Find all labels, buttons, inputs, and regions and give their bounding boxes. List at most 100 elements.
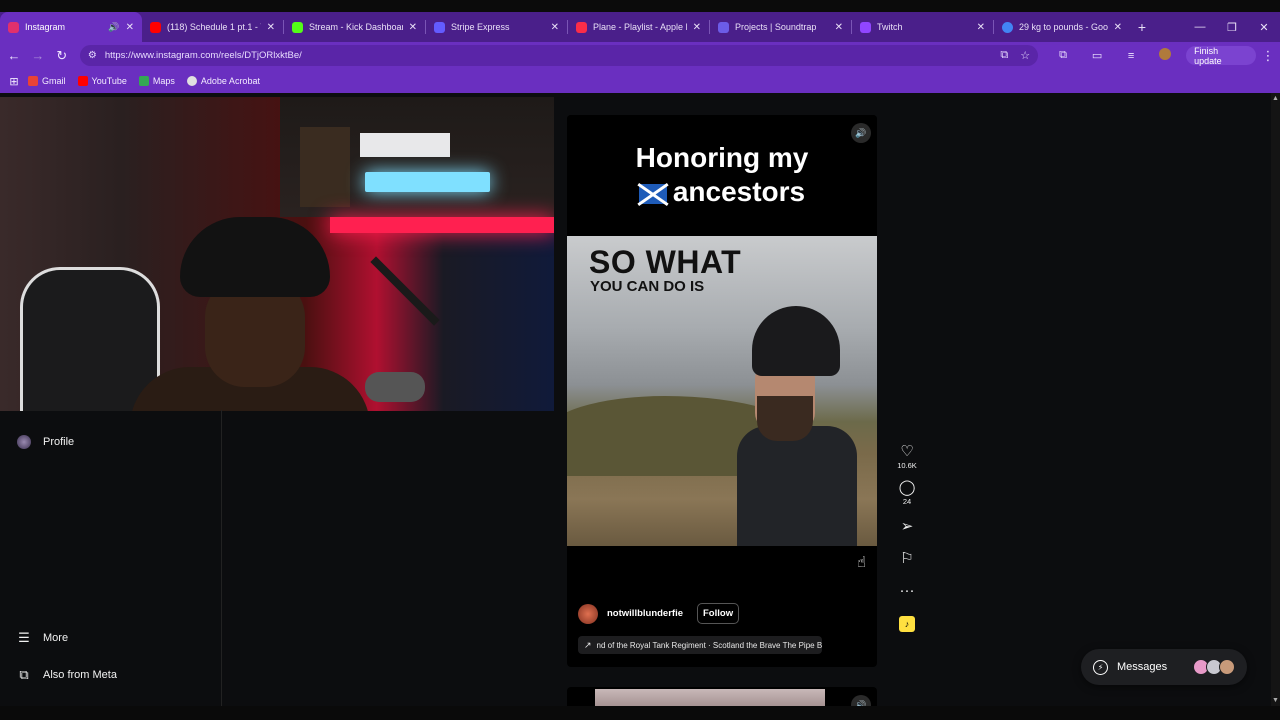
install-app-icon[interactable]: ⧉ <box>1000 49 1008 62</box>
page-scrollbar[interactable]: ▲ ▼ <box>1271 93 1280 720</box>
window-top-strip <box>0 0 1280 12</box>
new-tab-button[interactable]: + <box>1130 19 1154 35</box>
reel-video-frame[interactable]: SO WHAT YOU CAN DO IS <box>567 236 877 546</box>
tab-title: Twitch <box>877 22 903 32</box>
speaker-icon[interactable]: 🔊 <box>108 22 119 33</box>
tab-google[interactable]: 29 kg to pounds - Google Search ✕ <box>994 12 1130 42</box>
address-bar[interactable]: ⚙ https://www.instagram.com/reels/DTjORl… <box>79 45 1039 66</box>
tab-title: (118) Schedule 1 pt.1 - YouTube <box>167 22 261 32</box>
reel-audio-chip[interactable]: ↗ nd of the Royal Tank Regiment · Scotla… <box>578 636 822 654</box>
tab-instagram[interactable]: Instagram 🔊 ✕ <box>0 12 142 42</box>
close-tab-icon[interactable]: ✕ <box>835 22 843 33</box>
caption-line-2-row: ancestors <box>638 175 806 209</box>
bookmark-label: Adobe Acrobat <box>200 76 260 86</box>
save-action[interactable]: ⚐ <box>900 550 913 568</box>
tab-youtube[interactable]: (118) Schedule 1 pt.1 - YouTube ✕ <box>142 12 283 42</box>
reel-author-row: notwillblunderfield Follow <box>578 603 740 624</box>
messages-label: Messages <box>1117 661 1168 673</box>
reel-player[interactable]: Honoring my ancestors SO WHAT YOU CAN DO… <box>567 115 877 667</box>
sidebar-item-more[interactable]: ☰ More <box>16 630 68 646</box>
tab-title: Stripe Express <box>451 22 510 32</box>
tab-apple-music[interactable]: Plane - Playlist - Apple Music ✕ <box>568 12 709 42</box>
heart-icon[interactable]: ♡ <box>900 443 913 461</box>
site-info-icon[interactable]: ⚙ <box>88 50 97 61</box>
tab-kick[interactable]: Stream - Kick Dashboard ✕ <box>284 12 425 42</box>
bookmark-label: Gmail <box>42 76 66 86</box>
audio-title: nd of the Royal Tank Regiment · Scotland… <box>596 640 822 650</box>
profile-icon[interactable] <box>1148 48 1182 63</box>
follow-button[interactable]: Follow <box>697 603 740 624</box>
close-tab-icon[interactable]: ✕ <box>551 22 559 33</box>
bookmark-label: YouTube <box>91 76 127 86</box>
like-action[interactable]: ♡ 10.6K <box>897 443 917 470</box>
more-options-icon[interactable]: ··· <box>900 582 915 600</box>
sidebar-item-also-from-meta[interactable]: ⧉ Also from Meta <box>16 667 117 683</box>
tab-strip: Instagram 🔊 ✕ (118) Schedule 1 pt.1 - Yo… <box>0 12 1280 42</box>
extensions-icon[interactable]: ⧉ <box>1046 49 1080 62</box>
tab-soundtrap[interactable]: Projects | Soundtrap ✕ <box>710 12 851 42</box>
tab-twitch[interactable]: Twitch ✕ <box>852 12 993 42</box>
tab-stripe[interactable]: Stripe Express ✕ <box>426 12 567 42</box>
back-icon[interactable]: ← <box>2 48 26 63</box>
close-window-icon[interactable]: ✕ <box>1248 21 1280 34</box>
tab-title: Stream - Kick Dashboard <box>309 22 403 32</box>
webcam-mic-arm <box>370 256 440 326</box>
reload-icon[interactable]: ↻ <box>50 48 74 64</box>
youtube-favicon-icon <box>150 21 161 33</box>
close-tab-icon[interactable]: ✕ <box>977 22 985 33</box>
send-icon[interactable]: ➢ <box>901 518 914 536</box>
webcam-overlay <box>0 97 554 411</box>
audio-thumbnail[interactable]: ♪ <box>899 616 915 632</box>
close-tab-icon[interactable]: ✕ <box>1114 22 1122 33</box>
bookmark-youtube[interactable]: YouTube <box>77 76 127 86</box>
stripe-favicon-icon <box>434 21 445 33</box>
mute-toggle-icon[interactable]: 🔊 <box>851 123 871 143</box>
restore-icon[interactable]: ❐ <box>1216 21 1248 34</box>
bookmark-adobe-acrobat[interactable]: Adobe Acrobat <box>186 76 260 86</box>
audio-thumbnail-icon[interactable]: ♪ <box>899 616 915 632</box>
browser-menu-icon[interactable]: ⋮ <box>1256 48 1280 64</box>
close-tab-icon[interactable]: ✕ <box>126 22 134 33</box>
close-tab-icon[interactable]: ✕ <box>693 22 701 33</box>
apps-grid-icon[interactable]: ⊞ <box>0 75 28 88</box>
close-tab-icon[interactable]: ✕ <box>409 22 417 33</box>
bookmark-gmail[interactable]: Gmail <box>28 76 66 86</box>
author-username[interactable]: notwillblunderfield <box>607 608 683 619</box>
webcam-microphone <box>365 372 425 402</box>
comment-icon[interactable]: ◯ <box>899 479 916 497</box>
caption-line-2: ancestors <box>672 176 806 207</box>
webcam-light <box>365 172 490 192</box>
soundtrap-favicon-icon <box>718 21 729 33</box>
minimize-icon[interactable]: — <box>1184 21 1216 33</box>
video-text-big: SO WHAT <box>589 244 742 280</box>
instagram-page: Profile ☰ More ⧉ Also from Meta Honoring… <box>0 93 1280 720</box>
scotland-flag-icon <box>638 183 667 204</box>
cast-icon[interactable]: ▭ <box>1080 49 1114 62</box>
more-options-action[interactable]: ··· <box>900 582 915 600</box>
scroll-up-icon[interactable]: ▲ <box>1272 95 1279 102</box>
close-tab-icon[interactable]: ✕ <box>267 22 275 33</box>
video-person <box>737 306 857 546</box>
share-action[interactable]: ➢ <box>901 518 914 536</box>
bookmark-maps[interactable]: Maps <box>138 76 175 86</box>
finish-update-button[interactable]: Finish update <box>1186 46 1257 66</box>
scroll-down-icon[interactable]: ▼ <box>1272 697 1279 704</box>
avatar <box>1219 659 1236 675</box>
webcam-led-strip <box>330 217 554 233</box>
author-avatar[interactable] <box>578 603 598 624</box>
meta-apps-grid-icon: ⧉ <box>19 667 29 682</box>
messages-button[interactable]: ⚡ Messages <box>1081 649 1247 685</box>
google-favicon-icon <box>1002 21 1013 33</box>
url-text[interactable]: https://www.instagram.com/reels/DTjORlxk… <box>105 50 989 61</box>
comment-count: 24 <box>902 497 912 506</box>
twitch-favicon-icon <box>860 21 871 33</box>
media-control-icon[interactable]: ≡ <box>1114 50 1148 62</box>
bookmark-icon[interactable]: ⚐ <box>900 550 913 568</box>
reel-actions: ♡ 10.6K ◯ 24 ➢ ⚐ ··· ♪ <box>895 443 919 632</box>
forward-icon[interactable]: → <box>26 48 50 63</box>
tab-title: 29 kg to pounds - Google Search <box>1019 22 1108 32</box>
apple-music-favicon-icon <box>576 21 587 33</box>
messenger-icon: ⚡ <box>1093 659 1108 675</box>
bookmark-star-icon[interactable]: ☆ <box>1020 49 1030 62</box>
comment-action[interactable]: ◯ 24 <box>899 479 916 506</box>
